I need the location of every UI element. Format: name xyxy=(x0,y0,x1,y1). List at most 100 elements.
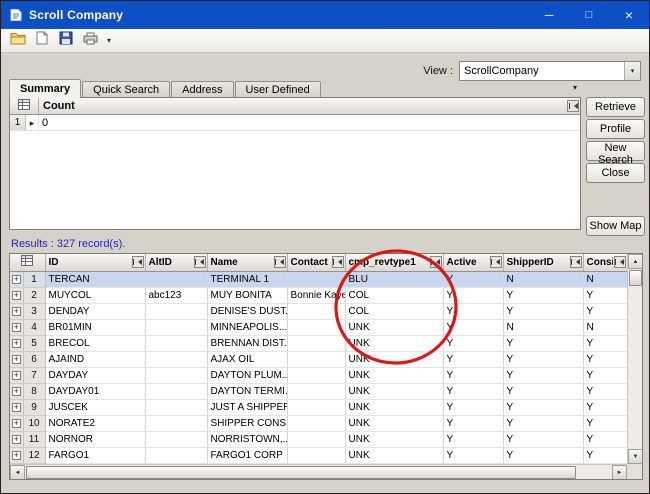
cell[interactable]: DAYDAY xyxy=(45,367,145,383)
table-row[interactable]: +6AJAINDAJAX OILUNKYYY xyxy=(10,351,627,367)
cell[interactable]: N xyxy=(503,319,583,335)
column-options-button[interactable] xyxy=(430,256,442,268)
row-expand-button[interactable]: + xyxy=(10,399,23,415)
cell[interactable] xyxy=(145,431,207,447)
cell[interactable]: TERCAN xyxy=(45,271,145,287)
cell[interactable] xyxy=(145,271,207,287)
new-button[interactable] xyxy=(31,31,53,51)
cell[interactable] xyxy=(145,399,207,415)
cell[interactable]: Y xyxy=(443,271,503,287)
cell[interactable]: BR01MIN xyxy=(45,319,145,335)
toolbar-overflow-caret-icon[interactable]: ▾ xyxy=(103,36,115,45)
cell[interactable] xyxy=(287,303,345,319)
cell[interactable] xyxy=(145,447,207,463)
column-options-button[interactable] xyxy=(614,256,626,268)
column-options-button[interactable] xyxy=(194,256,206,268)
cell[interactable]: Y xyxy=(583,431,627,447)
print-button[interactable] xyxy=(79,31,101,51)
combo-dropdown-icon[interactable]: ▾ xyxy=(624,62,640,80)
cell[interactable] xyxy=(145,351,207,367)
cell[interactable] xyxy=(145,415,207,431)
row-expand-button[interactable]: + xyxy=(10,287,23,303)
cell[interactable]: Y xyxy=(583,287,627,303)
cell[interactable]: UNK xyxy=(345,367,443,383)
cell[interactable]: Y xyxy=(583,415,627,431)
cell[interactable]: MUYCOL xyxy=(45,287,145,303)
column-header-id[interactable]: ID xyxy=(45,254,145,271)
cell[interactable]: UNK xyxy=(345,319,443,335)
scroll-left-icon[interactable]: ◄ xyxy=(10,465,25,480)
cell[interactable]: Y xyxy=(503,415,583,431)
cell[interactable]: UNK xyxy=(345,447,443,463)
cell[interactable] xyxy=(287,367,345,383)
cell[interactable]: Y xyxy=(443,287,503,303)
row-expand-button[interactable]: + xyxy=(10,415,23,431)
tab-user-defined[interactable]: User Defined xyxy=(235,81,321,98)
column-header-altid[interactable]: AltID xyxy=(145,254,207,271)
vertical-scroll-thumb[interactable] xyxy=(629,270,642,286)
cell[interactable]: SHIPPER CONSI... xyxy=(207,415,287,431)
cell[interactable]: Y xyxy=(503,335,583,351)
close-button[interactable]: Close xyxy=(586,163,645,183)
cell[interactable]: Y xyxy=(443,399,503,415)
scroll-right-icon[interactable]: ► xyxy=(612,465,627,480)
cell[interactable]: UNK xyxy=(345,383,443,399)
cell[interactable]: Y xyxy=(583,399,627,415)
minimize-button[interactable]: ─ xyxy=(529,1,569,29)
cell[interactable]: MUY BONITA xyxy=(207,287,287,303)
column-options-button[interactable] xyxy=(274,256,286,268)
row-expand-button[interactable]: + xyxy=(10,351,23,367)
cell[interactable]: abc123 xyxy=(145,287,207,303)
cell[interactable]: Y xyxy=(443,383,503,399)
count-column-header[interactable]: Count xyxy=(39,98,580,114)
cell[interactable]: BLU xyxy=(345,271,443,287)
horizontal-scroll-thumb[interactable] xyxy=(26,466,576,479)
column-options-button[interactable] xyxy=(332,256,344,268)
cell[interactable]: Y xyxy=(443,415,503,431)
summary-corner-cell[interactable] xyxy=(10,98,39,114)
cell[interactable]: Y xyxy=(443,351,503,367)
column-header-shipperid[interactable]: ShipperID xyxy=(503,254,583,271)
cell[interactable] xyxy=(287,383,345,399)
cell[interactable] xyxy=(287,415,345,431)
table-row[interactable]: +11NORNORNORRISTOWN,...UNKYYY xyxy=(10,431,627,447)
row-expand-button[interactable]: + xyxy=(10,303,23,319)
cell[interactable]: DAYTON TERMI... xyxy=(207,383,287,399)
cell[interactable]: DAYTON PLUM... xyxy=(207,367,287,383)
cell[interactable] xyxy=(145,367,207,383)
cell[interactable]: TERMINAL 1 xyxy=(207,271,287,287)
cell[interactable] xyxy=(287,447,345,463)
cell[interactable]: AJAX OIL xyxy=(207,351,287,367)
cell[interactable]: Y xyxy=(503,351,583,367)
cell[interactable] xyxy=(145,383,207,399)
table-row[interactable]: +10NORATE2SHIPPER CONSI...UNKYYY xyxy=(10,415,627,431)
column-options-button[interactable] xyxy=(490,256,502,268)
vertical-scrollbar[interactable]: ▲ ▼ xyxy=(627,254,642,464)
cell[interactable]: UNK xyxy=(345,351,443,367)
scroll-up-icon[interactable]: ▲ xyxy=(628,254,643,269)
window-close-button[interactable]: × xyxy=(609,1,649,29)
cell[interactable] xyxy=(287,271,345,287)
column-header-consign[interactable]: Consign xyxy=(583,254,627,271)
cell[interactable]: Y xyxy=(503,431,583,447)
scroll-down-icon[interactable]: ▼ xyxy=(628,449,643,464)
row-expand-button[interactable]: + xyxy=(10,367,23,383)
select-all-corner[interactable] xyxy=(10,254,45,271)
column-options-button[interactable] xyxy=(567,100,579,112)
dropdown-caret-icon[interactable]: ▾ xyxy=(573,83,577,92)
cell[interactable] xyxy=(145,319,207,335)
cell[interactable]: BRECOL xyxy=(45,335,145,351)
table-row[interactable]: +2MUYCOLabc123MUY BONITABonnie KayeCOLYY… xyxy=(10,287,627,303)
save-button[interactable] xyxy=(55,31,77,51)
cell[interactable]: Y xyxy=(503,399,583,415)
count-value-cell[interactable]: 0 xyxy=(39,115,580,130)
cell[interactable]: JUSCEK xyxy=(45,399,145,415)
cell[interactable]: COL xyxy=(345,287,443,303)
cell[interactable]: Y xyxy=(583,303,627,319)
cell[interactable]: Bonnie Kaye xyxy=(287,287,345,303)
cell[interactable] xyxy=(145,335,207,351)
cell[interactable] xyxy=(287,351,345,367)
cell[interactable]: Y xyxy=(583,447,627,463)
cell[interactable]: Y xyxy=(583,383,627,399)
cell[interactable]: AJAIND xyxy=(45,351,145,367)
